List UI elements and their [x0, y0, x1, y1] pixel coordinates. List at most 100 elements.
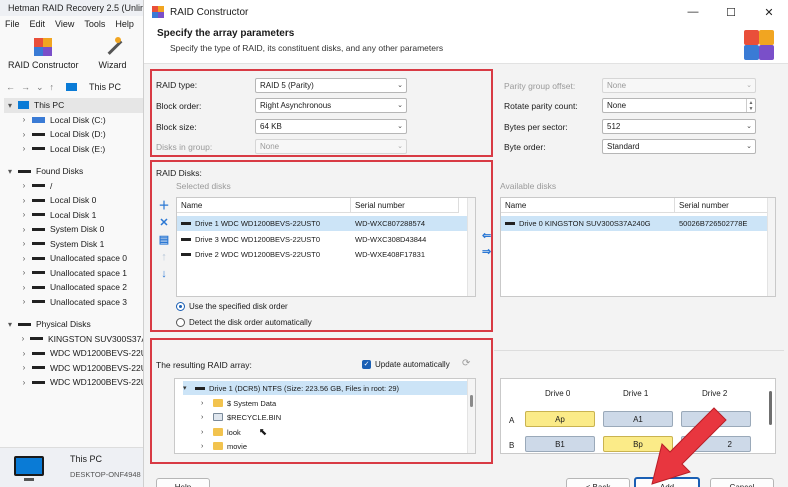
chevron-right-icon[interactable]: ›	[18, 268, 30, 277]
forward-arrow-icon[interactable]: →	[21, 82, 30, 92]
byte-order-select[interactable]: Standard ⌄	[602, 139, 756, 154]
refresh-icon[interactable]: ⟳	[462, 358, 470, 369]
menu-view[interactable]: View	[55, 19, 74, 29]
tree-item-physical[interactable]: › WDC WD1200BEVS-22U	[4, 346, 147, 361]
chevron-right-icon[interactable]: ›	[18, 181, 30, 190]
help-button[interactable]: Help	[156, 478, 210, 487]
block-order-select[interactable]: Right Asynchronous ⌄	[255, 98, 407, 113]
maximize-button[interactable]: ☐	[712, 0, 750, 24]
table-row[interactable]: Drive 3 WDC WD1200BEVS-22UST0 WD-WXC308D…	[177, 232, 467, 247]
tree-item-found[interactable]: › Local Disk 1	[4, 208, 147, 223]
remove-disk-icon[interactable]: ✕	[158, 216, 170, 229]
up-arrow-icon[interactable]: ↑	[50, 82, 55, 92]
block-cell[interactable]: B1	[525, 436, 595, 452]
table-row[interactable]: Drive 1 WDC WD1200BEVS-22UST0 WD-WXC8072…	[177, 216, 467, 231]
chevron-down-icon[interactable]: ▾	[183, 384, 191, 392]
spin-arrows-icon[interactable]: ▲ ▼	[746, 99, 755, 112]
table-row[interactable]: Drive 2 WDC WD1200BEVS-22UST0 WD-WXE408F…	[177, 247, 467, 262]
minimize-button[interactable]: —	[674, 0, 712, 24]
chevron-right-icon[interactable]: ›	[18, 225, 30, 234]
tree-item-found[interactable]: › Unallocated space 0	[4, 251, 147, 266]
back-button[interactable]: < Back	[566, 478, 630, 487]
tree-item-local-disk[interactable]: › Local Disk (C:)	[4, 113, 147, 128]
radio-dot-selected[interactable]	[176, 302, 185, 311]
chevron-right-icon[interactable]: ›	[18, 130, 30, 139]
tree-item-local-disk[interactable]: › Local Disk (E:)	[4, 142, 147, 157]
block-cell[interactable]: Ap	[525, 411, 595, 427]
wizard-button[interactable]: Wizard	[99, 36, 127, 76]
table-row[interactable]: Drive 0 KINGSTON SUV300S37A240G 50026B72…	[501, 216, 767, 231]
col-name[interactable]: Name	[501, 198, 675, 213]
col-name[interactable]: Name	[177, 198, 351, 213]
menu-tools[interactable]: Tools	[84, 19, 105, 29]
tree-item-physical[interactable]: › WDC WD1200BEVS-22U	[4, 375, 147, 390]
tree-item[interactable]: › $RECYCLE.BIN	[201, 410, 281, 424]
update-auto-checkbox[interactable]: ✓ Update automatically	[362, 360, 450, 369]
raid-type-select[interactable]: RAID 5 (Parity) ⌄	[255, 78, 407, 93]
chevron-right-icon[interactable]: ›	[18, 210, 30, 219]
tree-item[interactable]: › look ⬉	[201, 425, 267, 439]
tree-item-found[interactable]: › Unallocated space 2	[4, 280, 147, 295]
tree-item-found-disks[interactable]: ▾ Found Disks	[4, 164, 147, 179]
scrollbar[interactable]	[467, 379, 475, 453]
tree-item-physical[interactable]: › WDC WD1200BEVS-22U	[4, 361, 147, 376]
chevron-right-icon[interactable]: ›	[18, 297, 30, 306]
col-serial[interactable]: Serial number	[351, 198, 459, 213]
move-right-arrow-icon[interactable]: ⇒	[482, 245, 491, 258]
block-size-select[interactable]: 64 KB ⌄	[255, 119, 407, 134]
tree-item[interactable]: › movie	[201, 439, 247, 453]
chevron-right-icon[interactable]: ›	[18, 144, 30, 153]
chevron-down-icon[interactable]: ▾	[4, 101, 16, 110]
tree-item-this-pc[interactable]: ▾ This PC	[4, 98, 147, 113]
chevron-down-icon[interactable]: ▾	[4, 320, 16, 329]
menu-help[interactable]: Help	[115, 19, 134, 29]
menu-file[interactable]: File	[5, 19, 20, 29]
tree-item-physical-disks[interactable]: ▾ Physical Disks	[4, 317, 147, 332]
chevron-right-icon[interactable]: ›	[201, 443, 209, 450]
tree-item-physical[interactable]: › KINGSTON SUV300S37A	[4, 332, 147, 347]
scrollbar-thumb[interactable]	[470, 395, 473, 407]
tree-item-found[interactable]: › System Disk 0	[4, 222, 147, 237]
chevron-right-icon[interactable]: ›	[18, 283, 30, 292]
chevron-right-icon[interactable]: ›	[18, 196, 30, 205]
tree-item-local-disk[interactable]: › Local Disk (D:)	[4, 127, 147, 142]
move-up-icon[interactable]: ↑	[158, 251, 170, 263]
dropdown-chevron-icon[interactable]: ⌄	[36, 82, 44, 93]
move-left-arrow-icon[interactable]: ⇐	[482, 229, 491, 242]
chevron-right-icon[interactable]: ›	[18, 334, 28, 343]
chevron-down-icon[interactable]: ▾	[4, 167, 16, 176]
move-down-icon[interactable]: ↓	[158, 268, 170, 280]
close-button[interactable]: ✕	[750, 0, 788, 24]
tree-item-found[interactable]: › Local Disk 0	[4, 193, 147, 208]
tree-item-found[interactable]: › Unallocated space 1	[4, 266, 147, 281]
chevron-right-icon[interactable]: ›	[18, 378, 30, 387]
col-serial[interactable]: Serial number	[675, 198, 769, 213]
chevron-right-icon[interactable]: ›	[201, 429, 209, 436]
raid-constructor-button[interactable]: RAID Constructor	[8, 36, 79, 76]
back-arrow-icon[interactable]: ←	[6, 82, 15, 92]
scrollbar-thumb[interactable]	[769, 391, 772, 425]
checkmark-icon[interactable]: ✓	[362, 360, 371, 369]
chevron-right-icon[interactable]: ›	[18, 363, 30, 372]
scrollbar[interactable]	[767, 198, 775, 296]
scrollbar[interactable]	[767, 391, 773, 441]
rotate-parity-stepper[interactable]: None ▲ ▼	[602, 98, 756, 113]
radio-specified-order[interactable]: Use the specified disk order	[176, 302, 288, 311]
menu-edit[interactable]: Edit	[30, 19, 46, 29]
chevron-right-icon[interactable]: ›	[18, 239, 30, 248]
scrollbar[interactable]	[467, 198, 475, 296]
tree-item-found[interactable]: › Unallocated space 3	[4, 295, 147, 310]
add-disk-icon[interactable]: ＋	[158, 199, 170, 212]
chevron-right-icon[interactable]: ›	[201, 414, 209, 421]
bytes-per-sector-select[interactable]: 512 ⌄	[602, 119, 756, 134]
chevron-right-icon[interactable]: ›	[201, 400, 209, 407]
tree-root-item[interactable]: ▾ Drive 1 (DCR5) NTFS (Size: 223.56 GB, …	[183, 381, 469, 395]
radio-auto-order[interactable]: Detect the disk order automatically	[176, 318, 312, 327]
chevron-right-icon[interactable]: ›	[18, 115, 30, 124]
tree-item[interactable]: › $ System Data	[201, 396, 276, 410]
tree-item-found[interactable]: › System Disk 1	[4, 237, 147, 252]
chevron-right-icon[interactable]: ›	[18, 254, 30, 263]
tree-item-found[interactable]: › /	[4, 179, 147, 194]
chevron-right-icon[interactable]: ›	[18, 349, 30, 358]
radio-dot[interactable]	[176, 318, 185, 327]
